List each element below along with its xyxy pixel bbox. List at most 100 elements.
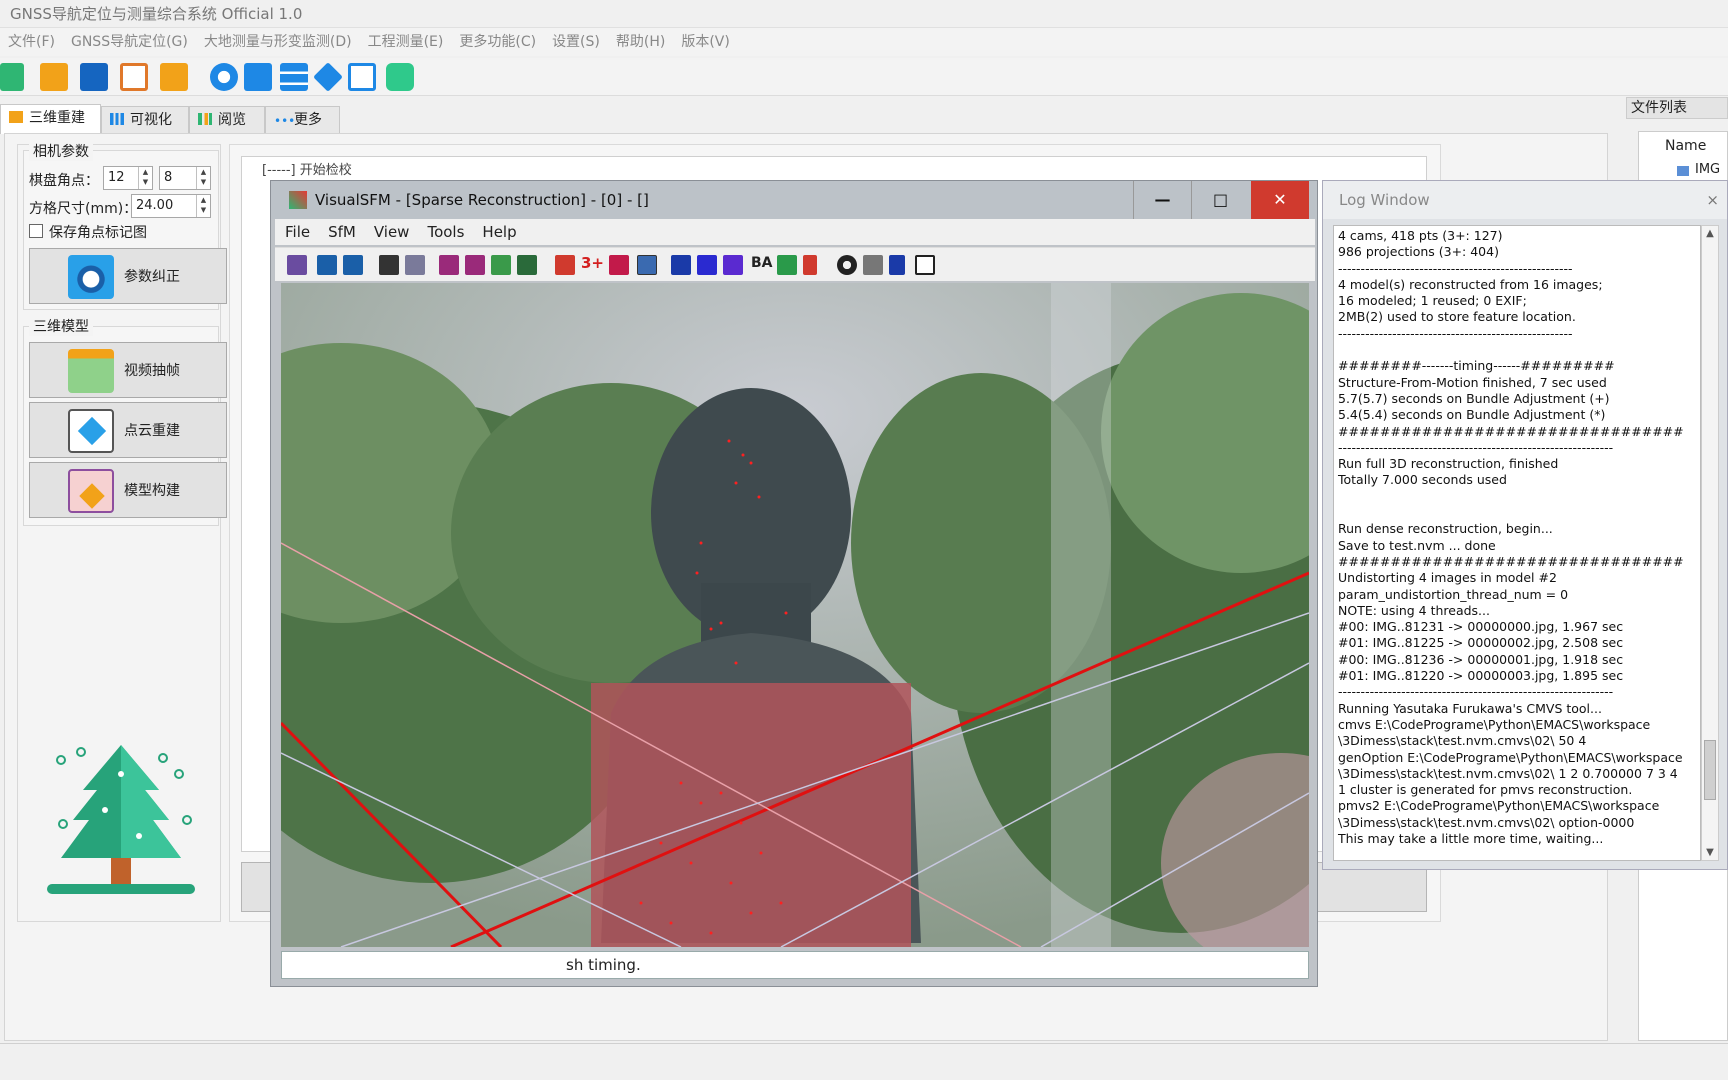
new-icon[interactable] (0, 63, 24, 91)
hand-icon[interactable] (863, 255, 883, 275)
tree-icon[interactable] (280, 63, 308, 91)
log-line: ################################# (1338, 553, 1684, 569)
log-line: 4 cams, 418 pts (3+: 127) (1338, 228, 1503, 243)
log-line: 1 cluster is generated for pmvs reconstr… (1338, 782, 1633, 798)
video-frames-button[interactable]: 视频抽帧 (29, 342, 227, 398)
bundle-adjust-button[interactable]: BA (751, 255, 773, 271)
reconstruction-viewport[interactable] (281, 283, 1309, 947)
message-icon[interactable] (386, 63, 414, 91)
layers-icon[interactable] (313, 62, 343, 92)
visualsfm-titlebar: VisualSFM - [Sparse Reconstruction] - [0… (271, 181, 1317, 219)
menu-settings[interactable]: 设置(S) (544, 28, 608, 56)
log-line: pmvs2 E:\CodePrograme\Python\EMACS\works… (1338, 798, 1660, 814)
scroll-up-icon[interactable]: ▲ (1702, 228, 1718, 239)
visualsfm-title: VisualSFM - [Sparse Reconstruction] - [0… (315, 191, 649, 209)
vsfm-menu-sfm[interactable]: SfM (318, 219, 364, 245)
menu-more[interactable]: 更多功能(C) (451, 28, 544, 56)
log-window: Log Window × 4 cams, 418 pts (3+: 127) 98… (1322, 180, 1728, 870)
save-nvm-icon[interactable] (379, 255, 399, 275)
settings-icon[interactable] (210, 63, 238, 91)
3d-printer-icon (68, 469, 114, 513)
point-cloud-label: 点云重建 (124, 423, 180, 439)
log-line: 986 projections (3+: 404) (1338, 244, 1499, 260)
log-line: #00: IMG..81236 -> 00000001.jpg, 1.918 s… (1338, 651, 1624, 667)
cmvs-icon[interactable] (777, 255, 797, 275)
log-icon[interactable] (287, 255, 307, 275)
menu-help[interactable]: 帮助(H) (608, 28, 673, 56)
vsfm-menu-tools[interactable]: Tools (417, 219, 472, 245)
close-button[interactable]: ✕ (1251, 181, 1309, 219)
menu-gnss[interactable]: GNSS导航定位(G) (63, 28, 196, 56)
tab-view[interactable]: 阅览 (189, 106, 265, 134)
corner-x-spinbox[interactable]: 12 ▲ ▼ (103, 166, 153, 190)
link-icon[interactable] (348, 63, 376, 91)
menu-file[interactable]: 文件(F) (0, 28, 63, 56)
chat-icon[interactable] (244, 63, 272, 91)
vsfm-menu-file[interactable]: File (275, 219, 318, 245)
tab-more[interactable]: •••更多 (265, 106, 340, 134)
save-icon[interactable] (80, 63, 108, 91)
grid-icon[interactable] (517, 255, 537, 275)
grid-size-spinbox[interactable]: 24.00 ▲ ▼ (131, 194, 211, 218)
calibrate-button[interactable]: 参数纠正 (29, 248, 227, 304)
match-icon[interactable] (491, 255, 511, 275)
log-line: #01: IMG..81220 -> 00000003.jpg, 1.895 s… (1338, 668, 1624, 684)
visualsfm-status-bar: sh timing. (281, 951, 1309, 979)
log-line: \3Dimess\stack\test.nvm.cmvs\02\ option-… (1338, 814, 1635, 830)
model-group-title: 三维模型 (29, 316, 93, 336)
folder-icon[interactable] (40, 63, 68, 91)
menu-geodesy[interactable]: 大地测量与形变监测(D) (196, 28, 360, 56)
three-plus-button[interactable]: 3+ (581, 254, 604, 272)
minimize-button[interactable]: — (1133, 181, 1191, 219)
print-icon[interactable] (160, 63, 188, 91)
log-line: 16 modeled; 1 reused; 0 EXIF; (1338, 293, 1527, 309)
log-close-icon[interactable]: × (1706, 181, 1719, 219)
open-folder-icon[interactable] (317, 255, 337, 275)
spin-arrows-icon[interactable]: ▲ ▼ (196, 195, 210, 217)
log-scrollbar[interactable]: ▲ ▼ (1701, 225, 1719, 861)
log-line: Undistorting 4 images in model #2 (1338, 570, 1557, 586)
corner-y-spinbox[interactable]: 8 ▲ ▼ (159, 166, 211, 190)
maximize-button[interactable]: □ (1191, 181, 1249, 219)
log-line: cmvs E:\CodePrograme\Python\EMACS\worksp… (1338, 716, 1651, 732)
sfm-icon[interactable] (555, 255, 575, 275)
log-line: Run dense reconstruction, begin... (1338, 521, 1553, 537)
expand-icon[interactable] (671, 255, 691, 275)
ruler-icon[interactable] (889, 255, 905, 275)
tab-reconstruct[interactable]: 三维重建 (0, 104, 101, 134)
log-line: 2MB(2) used to store feature location. (1338, 309, 1576, 325)
spin-arrows-icon[interactable]: ▲ ▼ (196, 167, 210, 189)
save-corners-checkbox[interactable] (29, 224, 43, 238)
scroll-thumb[interactable] (1704, 740, 1716, 800)
gear-icon[interactable] (837, 255, 857, 275)
menu-version[interactable]: 版本(V) (673, 28, 738, 56)
copy-icon[interactable] (405, 255, 425, 275)
vsfm-menu-help[interactable]: Help (472, 219, 524, 245)
window-icon[interactable] (915, 255, 935, 275)
forward-icon[interactable] (697, 255, 717, 275)
corner-y-value: 8 (164, 170, 173, 185)
open-multi-icon[interactable] (343, 255, 363, 275)
spin-arrows-icon[interactable]: ▲ ▼ (138, 167, 152, 189)
visualsfm-status-text: sh timing. (566, 956, 641, 974)
log-line: genOption E:\CodePrograme\Python\EMACS\w… (1338, 749, 1683, 765)
main-toolbar (0, 58, 1728, 96)
pair2-icon[interactable] (465, 255, 485, 275)
tab-visualize[interactable]: 可视化 (101, 106, 189, 134)
filelist-item[interactable]: IMG (1695, 162, 1720, 177)
pair-icon[interactable] (439, 255, 459, 275)
pause-icon[interactable] (803, 255, 817, 275)
log-line: 5.4(5.4) seconds on Bundle Adjustment (*… (1338, 407, 1606, 423)
log-text-area[interactable]: 4 cams, 418 pts (3+: 127) 986 projections… (1333, 225, 1701, 861)
model-build-button[interactable]: 模型构建 (29, 462, 227, 518)
vsfm-menu-view[interactable]: View (364, 219, 418, 245)
point-cloud-button[interactable]: 点云重建 (29, 402, 227, 458)
run-icon[interactable] (723, 255, 743, 275)
filelist-header[interactable]: Name (1665, 138, 1706, 154)
points-icon[interactable] (609, 255, 629, 275)
camera-view-icon[interactable] (637, 255, 657, 275)
menu-engineering[interactable]: 工程测量(E) (360, 28, 452, 56)
scroll-down-icon[interactable]: ▼ (1702, 847, 1718, 858)
form-icon[interactable] (120, 63, 148, 91)
